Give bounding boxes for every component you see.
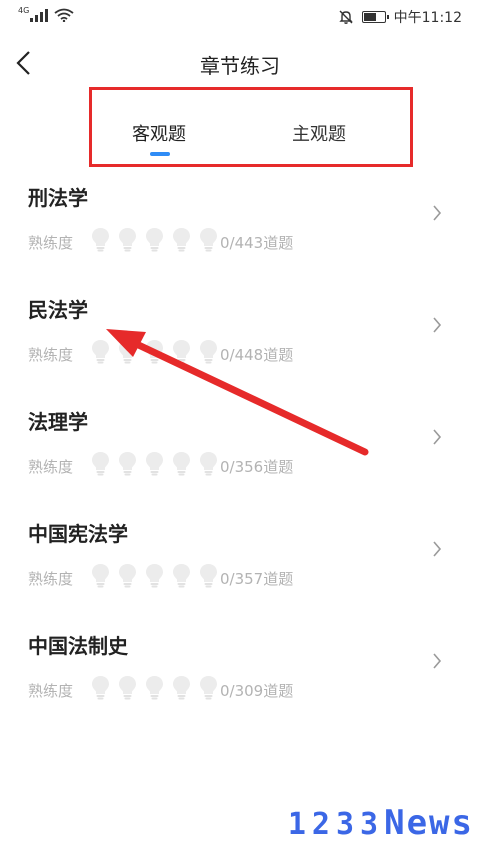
watermark-digits: 1233 (287, 807, 385, 842)
lightbulb-icon (146, 564, 163, 588)
watermark-logo: 1233 News (288, 803, 474, 843)
chevron-right-icon (433, 541, 442, 557)
chapter-title: 民法学 (28, 298, 88, 322)
lightbulb-icon (200, 452, 217, 476)
proficiency-label: 熟练度 (28, 458, 74, 476)
question-count: 0/448道题 (220, 346, 294, 364)
chapter-item[interactable]: 刑法学 熟练度 0/443道题 (0, 170, 480, 282)
lightbulb-icon (92, 340, 109, 364)
lightbulb-icon (173, 676, 190, 700)
proficiency-bulbs (90, 226, 219, 252)
chapter-list: 刑法学 熟练度 0/443道题 民法学 熟练度 0/448道题 法理学 熟练度 … (0, 170, 480, 730)
chapter-item[interactable]: 中国宪法学 熟练度 0/357道题 (0, 506, 480, 618)
chapter-item[interactable]: 中国法制史 熟练度 0/309道题 (0, 618, 480, 730)
proficiency-bulbs (90, 562, 219, 588)
annotation-highlight-box (89, 87, 413, 167)
proficiency-bulbs (90, 338, 219, 364)
lightbulb-icon (92, 564, 109, 588)
lightbulb-icon (146, 452, 163, 476)
lightbulb-icon (173, 228, 190, 252)
lightbulb-icon (119, 564, 136, 588)
lightbulb-icon (200, 564, 217, 588)
page-title: 章节练习 (200, 54, 280, 78)
proficiency-label: 熟练度 (28, 570, 74, 588)
lightbulb-icon (92, 452, 109, 476)
lightbulb-icon (173, 452, 190, 476)
chapter-title: 中国宪法学 (28, 522, 128, 546)
lightbulb-icon (119, 340, 136, 364)
chevron-right-icon (433, 653, 442, 669)
signal-icon (30, 8, 48, 22)
lightbulb-icon (200, 228, 217, 252)
status-time: 中午11:12 (393, 10, 462, 26)
mute-bell-icon (338, 10, 353, 24)
lightbulb-icon (92, 228, 109, 252)
proficiency-bulbs (90, 450, 219, 476)
proficiency-label: 熟练度 (28, 682, 74, 700)
lightbulb-icon (119, 228, 136, 252)
status-bar: 4G 中午11:12 (0, 0, 480, 34)
lightbulb-icon (146, 676, 163, 700)
chevron-right-icon (433, 317, 442, 333)
lightbulb-icon (146, 340, 163, 364)
chevron-right-icon (433, 205, 442, 221)
question-count: 0/357道题 (220, 570, 294, 588)
question-count: 0/309道题 (220, 682, 294, 700)
header: 章节练习 (0, 40, 480, 86)
chapter-title: 刑法学 (28, 186, 88, 210)
lightbulb-icon (119, 676, 136, 700)
chevron-right-icon (433, 429, 442, 445)
battery-icon (361, 11, 389, 23)
proficiency-bulbs (90, 674, 219, 700)
lightbulb-icon (173, 340, 190, 364)
chapter-item[interactable]: 民法学 熟练度 0/448道题 (0, 282, 480, 394)
status-left: 4G (18, 6, 74, 22)
lightbulb-icon (92, 676, 109, 700)
chapter-title: 法理学 (28, 410, 88, 434)
network-type-label: 4G (18, 6, 30, 15)
wifi-icon (54, 8, 74, 22)
chapter-title: 中国法制史 (28, 634, 128, 658)
lightbulb-icon (200, 676, 217, 700)
lightbulb-icon (119, 452, 136, 476)
lightbulb-icon (173, 564, 190, 588)
proficiency-label: 熟练度 (28, 346, 74, 364)
status-right: 中午11:12 (338, 7, 462, 27)
proficiency-label: 熟练度 (28, 234, 74, 252)
question-count: 0/443道题 (220, 234, 294, 252)
question-count: 0/356道题 (220, 458, 294, 476)
watermark-text: News (384, 803, 474, 843)
chapter-item[interactable]: 法理学 熟练度 0/356道题 (0, 394, 480, 506)
lightbulb-icon (146, 228, 163, 252)
lightbulb-icon (200, 340, 217, 364)
